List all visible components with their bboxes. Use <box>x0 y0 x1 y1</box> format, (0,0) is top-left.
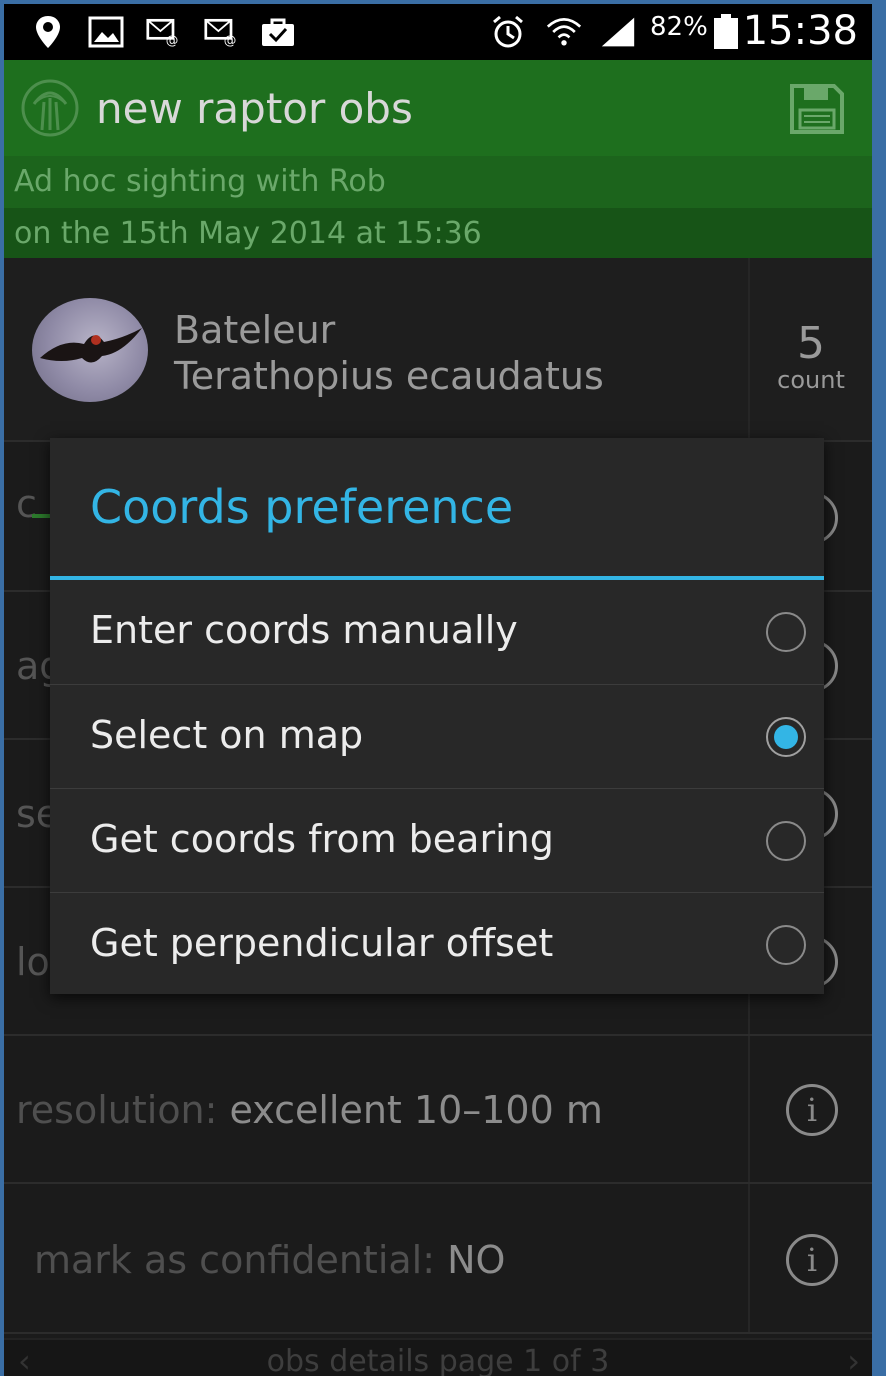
email-icon-2: @ <box>204 14 240 50</box>
sighting-subtitle: Ad hoc sighting with Rob <box>4 156 872 208</box>
column-divider <box>748 1036 750 1182</box>
coords-row-label: c <box>16 482 37 526</box>
sighting-description: Ad hoc sighting with Rob <box>14 164 386 199</box>
signal-icon <box>600 14 636 50</box>
option-label: Get coords from bearing <box>90 817 554 861</box>
wifi-icon <box>546 14 582 50</box>
svg-text:@: @ <box>166 33 179 48</box>
option-label: Get perpendicular offset <box>90 921 554 965</box>
info-glyph: i <box>806 1241 818 1279</box>
app-logo-icon <box>14 78 86 138</box>
resolution-label: resolution: <box>16 1088 218 1132</box>
bird-avatar <box>32 298 148 402</box>
action-bar: new raptor obs <box>4 60 872 156</box>
radio-dot <box>774 725 798 749</box>
battery-percent: 82% <box>650 12 708 42</box>
save-icon[interactable] <box>788 82 846 136</box>
resolution-value: excellent 10–100 m <box>229 1088 603 1132</box>
resolution-row[interactable]: resolution: excellent 10–100 m i <box>4 1036 872 1184</box>
page-navigator: ‹ obs details page 1 of 3 › <box>4 1338 872 1376</box>
radio-button[interactable] <box>766 925 806 965</box>
status-clock: 15:38 <box>742 8 858 54</box>
confidential-row[interactable]: mark as confidential: NO i <box>4 1184 872 1334</box>
option-label: Select on map <box>90 713 364 757</box>
option-label: Enter coords manually <box>90 608 518 652</box>
page-title: new raptor obs <box>96 84 413 133</box>
radio-button[interactable] <box>766 821 806 861</box>
option-select-on-map[interactable]: Select on map <box>50 684 824 788</box>
status-bar: @ @ 82% 15:38 <box>4 4 872 60</box>
email-icon: @ <box>146 14 182 50</box>
option-coords-from-bearing[interactable]: Get coords from bearing <box>50 788 824 892</box>
sighting-date-bar: on the 15th May 2014 at 15:36 <box>4 208 872 258</box>
confidential-value: NO <box>447 1238 506 1282</box>
sighting-date: on the 15th May 2014 at 15:36 <box>14 216 482 251</box>
radio-button[interactable] <box>766 612 806 652</box>
radio-button-checked[interactable] <box>766 717 806 757</box>
battery-icon <box>708 14 744 50</box>
species-row[interactable]: Bateleur Terathopius ecaudatus 5 count <box>4 258 872 442</box>
gallery-icon <box>88 14 124 50</box>
species-common-name: Bateleur <box>174 308 336 352</box>
resolution-field: resolution: excellent 10–100 m <box>16 1088 603 1132</box>
option-perpendicular-offset[interactable]: Get perpendicular offset <box>50 892 824 996</box>
column-divider <box>748 1184 750 1332</box>
location-row-label: lo <box>16 940 50 984</box>
count-value[interactable]: 5 <box>750 318 872 369</box>
info-glyph: i <box>806 1091 818 1129</box>
dialog-title: Coords preference <box>90 480 514 534</box>
location-pin-icon <box>30 14 66 50</box>
page-indicator: obs details page 1 of 3 <box>266 1344 610 1376</box>
svg-text:@: @ <box>224 33 237 48</box>
phone-screen: @ @ 82% 15:38 new raptor obs Ad hoc sigh… <box>4 4 872 1376</box>
info-icon[interactable]: i <box>786 1234 838 1286</box>
count-label: count <box>777 366 845 394</box>
species-latin-name: Terathopius ecaudatus <box>174 354 604 398</box>
alarm-icon <box>490 14 526 50</box>
confidential-field: mark as confidential: NO <box>34 1238 505 1282</box>
option-enter-coords-manually[interactable]: Enter coords manually <box>50 580 824 684</box>
info-icon[interactable]: i <box>786 1084 838 1136</box>
confidential-label: mark as confidential: <box>34 1238 436 1282</box>
coords-status-bar <box>32 514 52 518</box>
store-bag-icon <box>260 14 296 50</box>
coords-preference-dialog: Coords preference Enter coords manually … <box>50 438 824 994</box>
next-page-button[interactable]: › <box>847 1342 860 1376</box>
